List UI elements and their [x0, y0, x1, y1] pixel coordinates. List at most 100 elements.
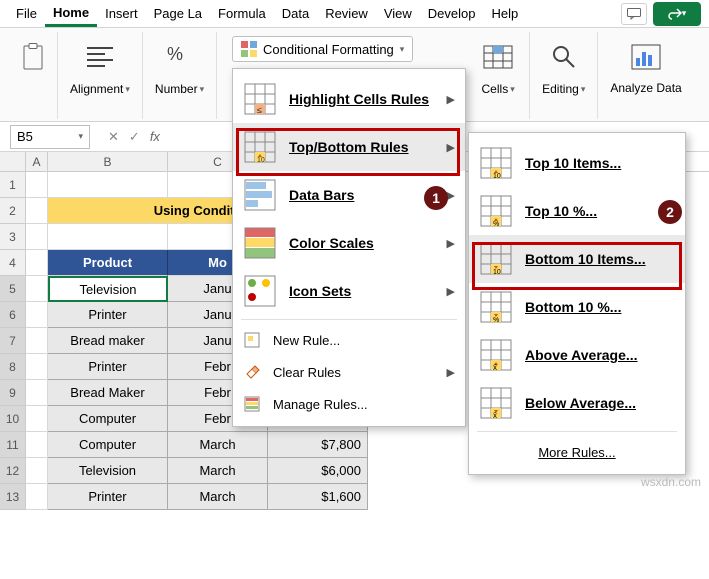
menu-above-average[interactable]: x̄ Above Average... [469, 331, 685, 379]
cell[interactable]: Bread Maker [48, 380, 168, 406]
analyze-label: Analyze Data [610, 82, 681, 95]
menu-manage-rules[interactable]: Manage Rules... [233, 388, 465, 420]
tab-formulas[interactable]: Formula [210, 0, 274, 27]
clipboard-icon[interactable] [14, 38, 52, 76]
menu-icon-sets[interactable]: Icon Sets ▶ [233, 267, 465, 315]
tab-file[interactable]: File [8, 0, 45, 27]
cell[interactable] [26, 328, 48, 354]
cell[interactable]: Printer [48, 484, 168, 510]
conditional-formatting-button[interactable]: Conditional Formatting ▾ [232, 36, 413, 62]
cell[interactable] [26, 302, 48, 328]
menu-top-bottom-rules[interactable]: 10 Top/Bottom Rules ▶ [233, 123, 465, 171]
cell[interactable] [48, 172, 168, 198]
number-icon[interactable]: % [161, 38, 199, 76]
menu-text: Data Bars [289, 187, 354, 203]
color-scales-icon [243, 226, 277, 260]
menu-more-rules[interactable]: More Rules... [469, 436, 685, 468]
menu-clear-rules[interactable]: Clear Rules ▶ [233, 356, 465, 388]
cell[interactable]: Computer [48, 432, 168, 458]
cell[interactable] [26, 198, 48, 224]
row-header[interactable]: 10 [0, 406, 26, 432]
cell[interactable] [48, 224, 168, 250]
tab-page-layout[interactable]: Page La [146, 0, 210, 27]
chevron-down-icon: ▾ [400, 44, 405, 55]
cell[interactable] [26, 276, 48, 302]
tab-view[interactable]: View [376, 0, 420, 27]
cell[interactable]: March [168, 432, 268, 458]
cell[interactable] [26, 458, 48, 484]
cell[interactable]: $6,000 [268, 458, 368, 484]
cell[interactable]: Printer [48, 302, 168, 328]
cell[interactable]: $7,800 [268, 432, 368, 458]
cancel-icon[interactable]: ✕ [108, 129, 119, 145]
share-button[interactable]: ▾ [653, 2, 701, 26]
cell[interactable]: Television [48, 458, 168, 484]
tab-insert[interactable]: Insert [97, 0, 146, 27]
col-header-a[interactable]: A [26, 152, 48, 171]
clear-rules-icon [243, 363, 261, 381]
header-product[interactable]: Product [48, 250, 168, 276]
cell[interactable]: $1,600 [268, 484, 368, 510]
editing-icon[interactable] [545, 38, 583, 76]
cells-icon[interactable] [479, 38, 517, 76]
number-label: Number [155, 82, 198, 96]
row-header[interactable]: 12 [0, 458, 26, 484]
menu-top-10-percent[interactable]: % Top 10 %... [469, 187, 685, 235]
active-cell[interactable]: Television [48, 276, 168, 302]
enter-icon[interactable]: ✓ [129, 129, 140, 145]
row-header[interactable]: 7 [0, 328, 26, 354]
svg-text:≤: ≤ [257, 105, 262, 115]
row-header[interactable]: 1 [0, 172, 26, 198]
row-header[interactable]: 8 [0, 354, 26, 380]
menu-highlight-cells-rules[interactable]: ≤ Highlight Cells Rules ▶ [233, 75, 465, 123]
menu-color-scales[interactable]: Color Scales ▶ [233, 219, 465, 267]
tab-data[interactable]: Data [274, 0, 317, 27]
menu-bottom-10-items[interactable]: 10 Bottom 10 Items... [469, 235, 685, 283]
above-average-icon: x̄ [479, 338, 513, 372]
svg-text:%: % [167, 44, 183, 64]
cell[interactable] [26, 250, 48, 276]
select-all-triangle[interactable] [0, 152, 26, 171]
tab-help[interactable]: Help [483, 0, 526, 27]
comments-button[interactable] [621, 3, 647, 25]
cell[interactable]: Computer [48, 406, 168, 432]
cell[interactable] [26, 224, 48, 250]
row-header[interactable]: 3 [0, 224, 26, 250]
tab-developer[interactable]: Develop [420, 0, 484, 27]
row-header[interactable]: 11 [0, 432, 26, 458]
alignment-icon[interactable] [81, 38, 119, 76]
row-header[interactable]: 4 [0, 250, 26, 276]
row-header[interactable]: 2 [0, 198, 26, 224]
analyze-data-icon[interactable] [627, 38, 665, 76]
row-header[interactable]: 6 [0, 302, 26, 328]
col-header-b[interactable]: B [48, 152, 168, 171]
chevron-right-icon: ▶ [447, 285, 455, 298]
row-header[interactable]: 9 [0, 380, 26, 406]
cell[interactable] [26, 432, 48, 458]
menu-top-10-items[interactable]: 10 Top 10 Items... [469, 139, 685, 187]
cell[interactable] [26, 406, 48, 432]
menu-bottom-10-percent[interactable]: % Bottom 10 %... [469, 283, 685, 331]
menu-below-average[interactable]: x̄ Below Average... [469, 379, 685, 427]
separator [477, 431, 677, 432]
cell[interactable]: March [168, 458, 268, 484]
cell[interactable] [26, 380, 48, 406]
row-header[interactable]: 5 [0, 276, 26, 302]
conditional-formatting-icon [241, 41, 257, 57]
cell[interactable]: Bread maker [48, 328, 168, 354]
tab-review[interactable]: Review [317, 0, 376, 27]
row-header[interactable]: 13 [0, 484, 26, 510]
menu-new-rule[interactable]: New Rule... [233, 324, 465, 356]
svg-text:10: 10 [493, 173, 501, 179]
cell[interactable] [26, 172, 48, 198]
cell[interactable] [26, 354, 48, 380]
top-10-pct-icon: % [479, 194, 513, 228]
tab-home[interactable]: Home [45, 0, 97, 27]
cell[interactable]: March [168, 484, 268, 510]
name-box[interactable]: B5 ▾ [10, 125, 90, 149]
cell[interactable] [26, 484, 48, 510]
fx-icon[interactable]: fx [150, 129, 160, 144]
chevron-down-icon: ▾ [125, 84, 130, 95]
cell[interactable]: Printer [48, 354, 168, 380]
svg-text:10: 10 [257, 157, 265, 163]
